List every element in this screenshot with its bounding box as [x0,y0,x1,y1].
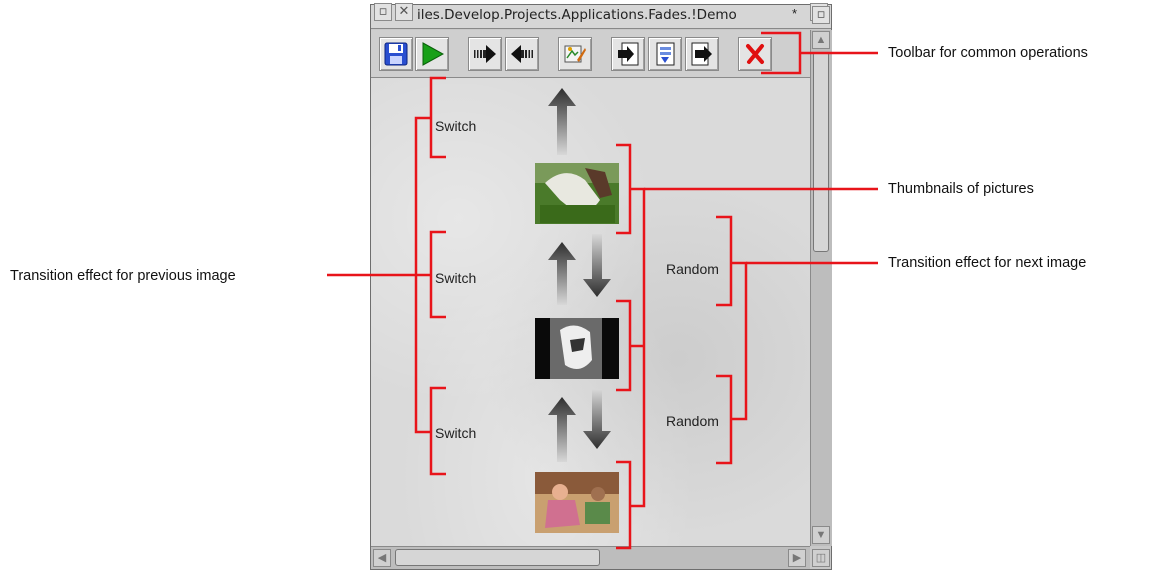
figures-thumbnail [535,472,619,533]
callout-thumbnails: Thumbnails of pictures [888,181,1034,197]
prev-transition-label[interactable]: Switch [435,425,476,441]
horse-grazing-thumbnail [535,163,619,224]
up-arrow-icon [548,88,576,155]
callout-prev-effect: Transition effect for previous image [10,268,236,284]
callout-toolbar: Toolbar for common operations [888,45,1088,61]
down-arrow-icon [583,234,611,297]
up-arrow-icon [548,397,576,462]
annotation-brackets [327,31,878,550]
down-arrow-icon [583,389,611,449]
prev-transition-label[interactable]: Switch [435,270,476,286]
callout-next-effect: Transition effect for next image [888,255,1087,271]
next-transition-label[interactable]: Random [666,413,719,429]
horse-bw-thumbnail [535,318,619,379]
next-transition-label[interactable]: Random [666,261,719,277]
sequence-graphics [327,31,878,550]
prev-transition-label[interactable]: Switch [435,118,476,134]
up-arrow-icon [548,242,576,305]
